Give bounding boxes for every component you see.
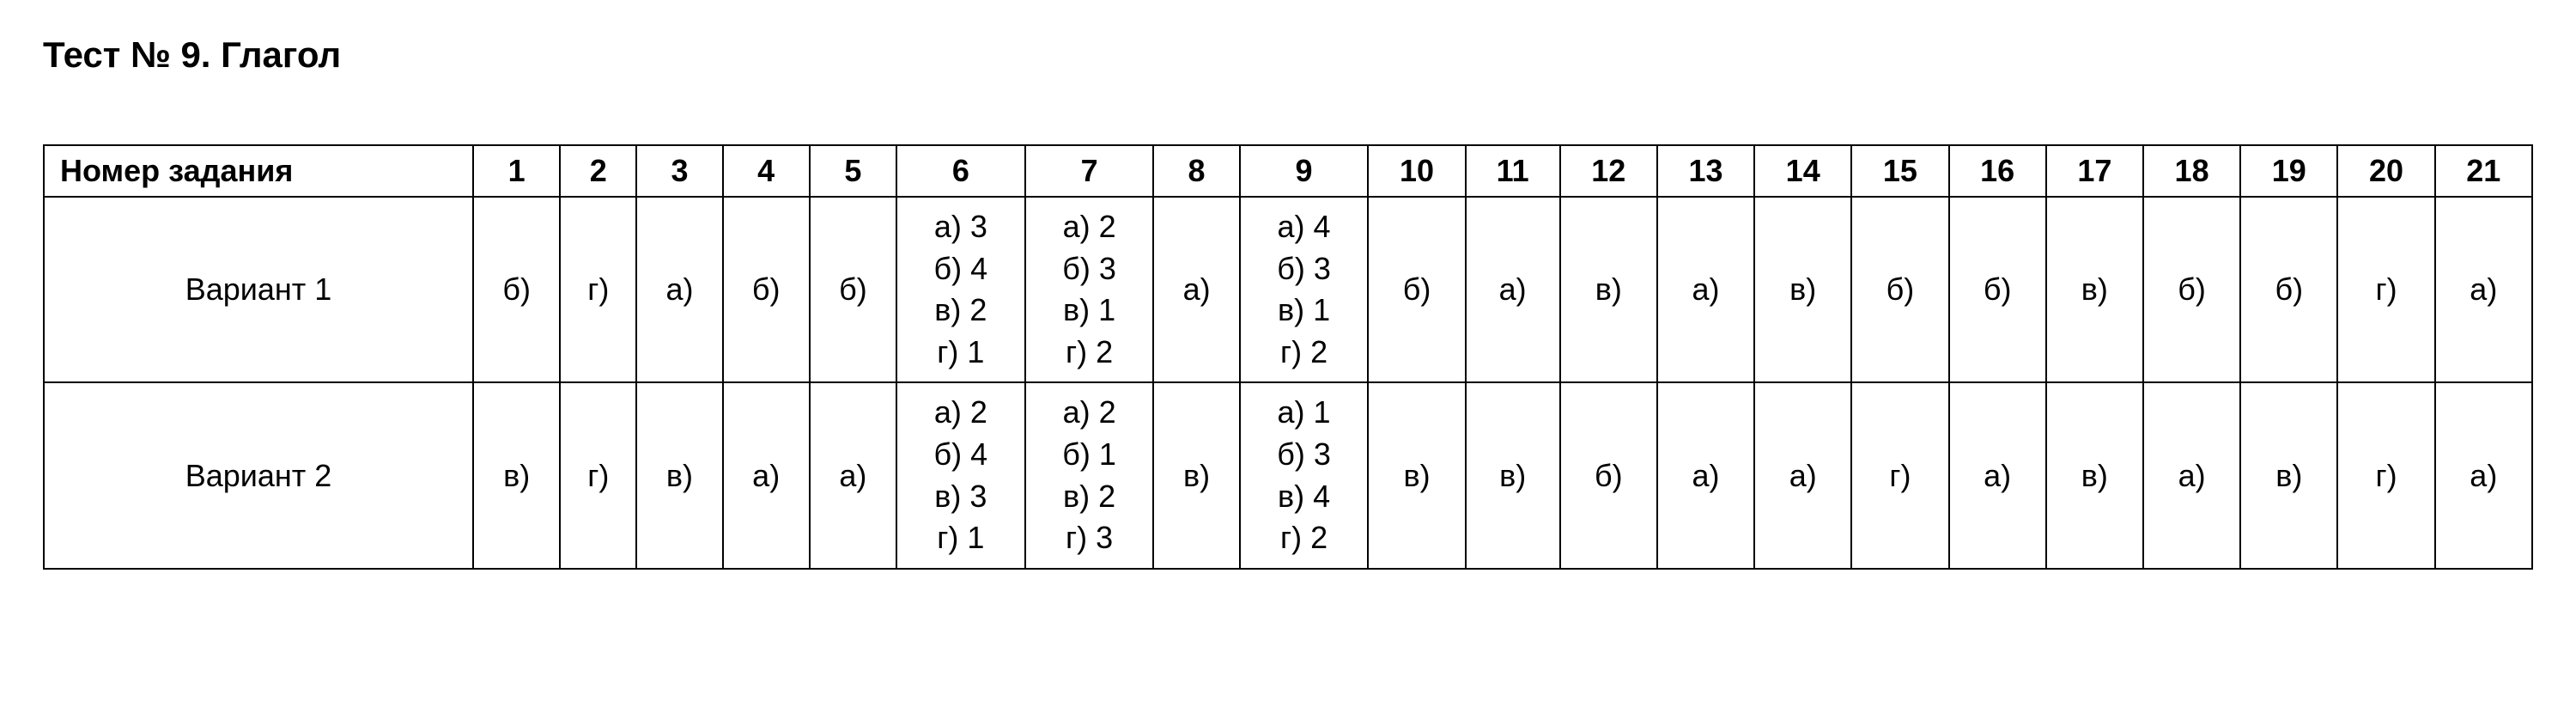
cell: в) [1560, 197, 1657, 382]
cell: б) [1949, 197, 2046, 382]
cell: а) 3 б) 4 в) 2 г) 1 [896, 197, 1025, 382]
col-header: 5 [810, 145, 896, 197]
cell: г) [560, 197, 636, 382]
cell: в) [1466, 382, 1560, 568]
cell: б) [2143, 197, 2240, 382]
col-header: 2 [560, 145, 636, 197]
cell: в) [1368, 382, 1465, 568]
col-header: 6 [896, 145, 1025, 197]
cell: а) [723, 382, 810, 568]
cell: б) [723, 197, 810, 382]
col-header: 7 [1025, 145, 1154, 197]
page-title: Тест № 9. Глагол [43, 34, 2533, 76]
col-header: 10 [1368, 145, 1465, 197]
cell: а) 2 б) 3 в) 1 г) 2 [1025, 197, 1154, 382]
col-header: 3 [636, 145, 722, 197]
col-header: 16 [1949, 145, 2046, 197]
cell: б) [473, 197, 560, 382]
col-header: 20 [2337, 145, 2434, 197]
cell: а) 2 б) 1 в) 2 г) 3 [1025, 382, 1154, 568]
col-header: 18 [2143, 145, 2240, 197]
cell: в) [1754, 197, 1851, 382]
cell: а) [1466, 197, 1560, 382]
col-header: 14 [1754, 145, 1851, 197]
col-header: 8 [1153, 145, 1239, 197]
cell: г) [2337, 382, 2434, 568]
cell: а) [1949, 382, 2046, 568]
answers-table: Номер задания 1 2 3 4 5 6 7 8 9 10 11 12… [43, 144, 2533, 570]
cell: в) [1153, 382, 1239, 568]
row-label: Вариант 1 [44, 197, 473, 382]
cell: а) [1754, 382, 1851, 568]
cell: а) [1657, 197, 1754, 382]
col-header: 21 [2435, 145, 2532, 197]
cell: г) [1851, 382, 1948, 568]
col-header: 4 [723, 145, 810, 197]
col-header: 19 [2240, 145, 2337, 197]
cell: б) [1368, 197, 1465, 382]
col-header: 17 [2046, 145, 2143, 197]
cell: г) [560, 382, 636, 568]
cell: а) [810, 382, 896, 568]
cell: а) 1 б) 3 в) 4 г) 2 [1240, 382, 1369, 568]
header-label: Номер задания [44, 145, 473, 197]
cell: а) [2143, 382, 2240, 568]
col-header: 11 [1466, 145, 1560, 197]
cell: б) [1851, 197, 1948, 382]
cell: а) [1153, 197, 1239, 382]
col-header: 13 [1657, 145, 1754, 197]
cell: б) [2240, 197, 2337, 382]
cell: а) [2435, 197, 2532, 382]
cell: а) [2435, 382, 2532, 568]
cell: г) [2337, 197, 2434, 382]
row-label: Вариант 2 [44, 382, 473, 568]
cell: б) [1560, 382, 1657, 568]
col-header: 12 [1560, 145, 1657, 197]
cell: а) 2 б) 4 в) 3 г) 1 [896, 382, 1025, 568]
col-header: 15 [1851, 145, 1948, 197]
cell: в) [2046, 197, 2143, 382]
col-header: 9 [1240, 145, 1369, 197]
cell: б) [810, 197, 896, 382]
cell: в) [636, 382, 722, 568]
table-row: Вариант 1 б) г) а) б) б) а) 3 б) 4 в) 2 … [44, 197, 2532, 382]
cell: а) [1657, 382, 1754, 568]
cell: в) [473, 382, 560, 568]
cell: а) 4 б) 3 в) 1 г) 2 [1240, 197, 1369, 382]
table-header-row: Номер задания 1 2 3 4 5 6 7 8 9 10 11 12… [44, 145, 2532, 197]
col-header: 1 [473, 145, 560, 197]
cell: в) [2240, 382, 2337, 568]
table-row: Вариант 2 в) г) в) а) а) а) 2 б) 4 в) 3 … [44, 382, 2532, 568]
cell: в) [2046, 382, 2143, 568]
cell: а) [636, 197, 722, 382]
